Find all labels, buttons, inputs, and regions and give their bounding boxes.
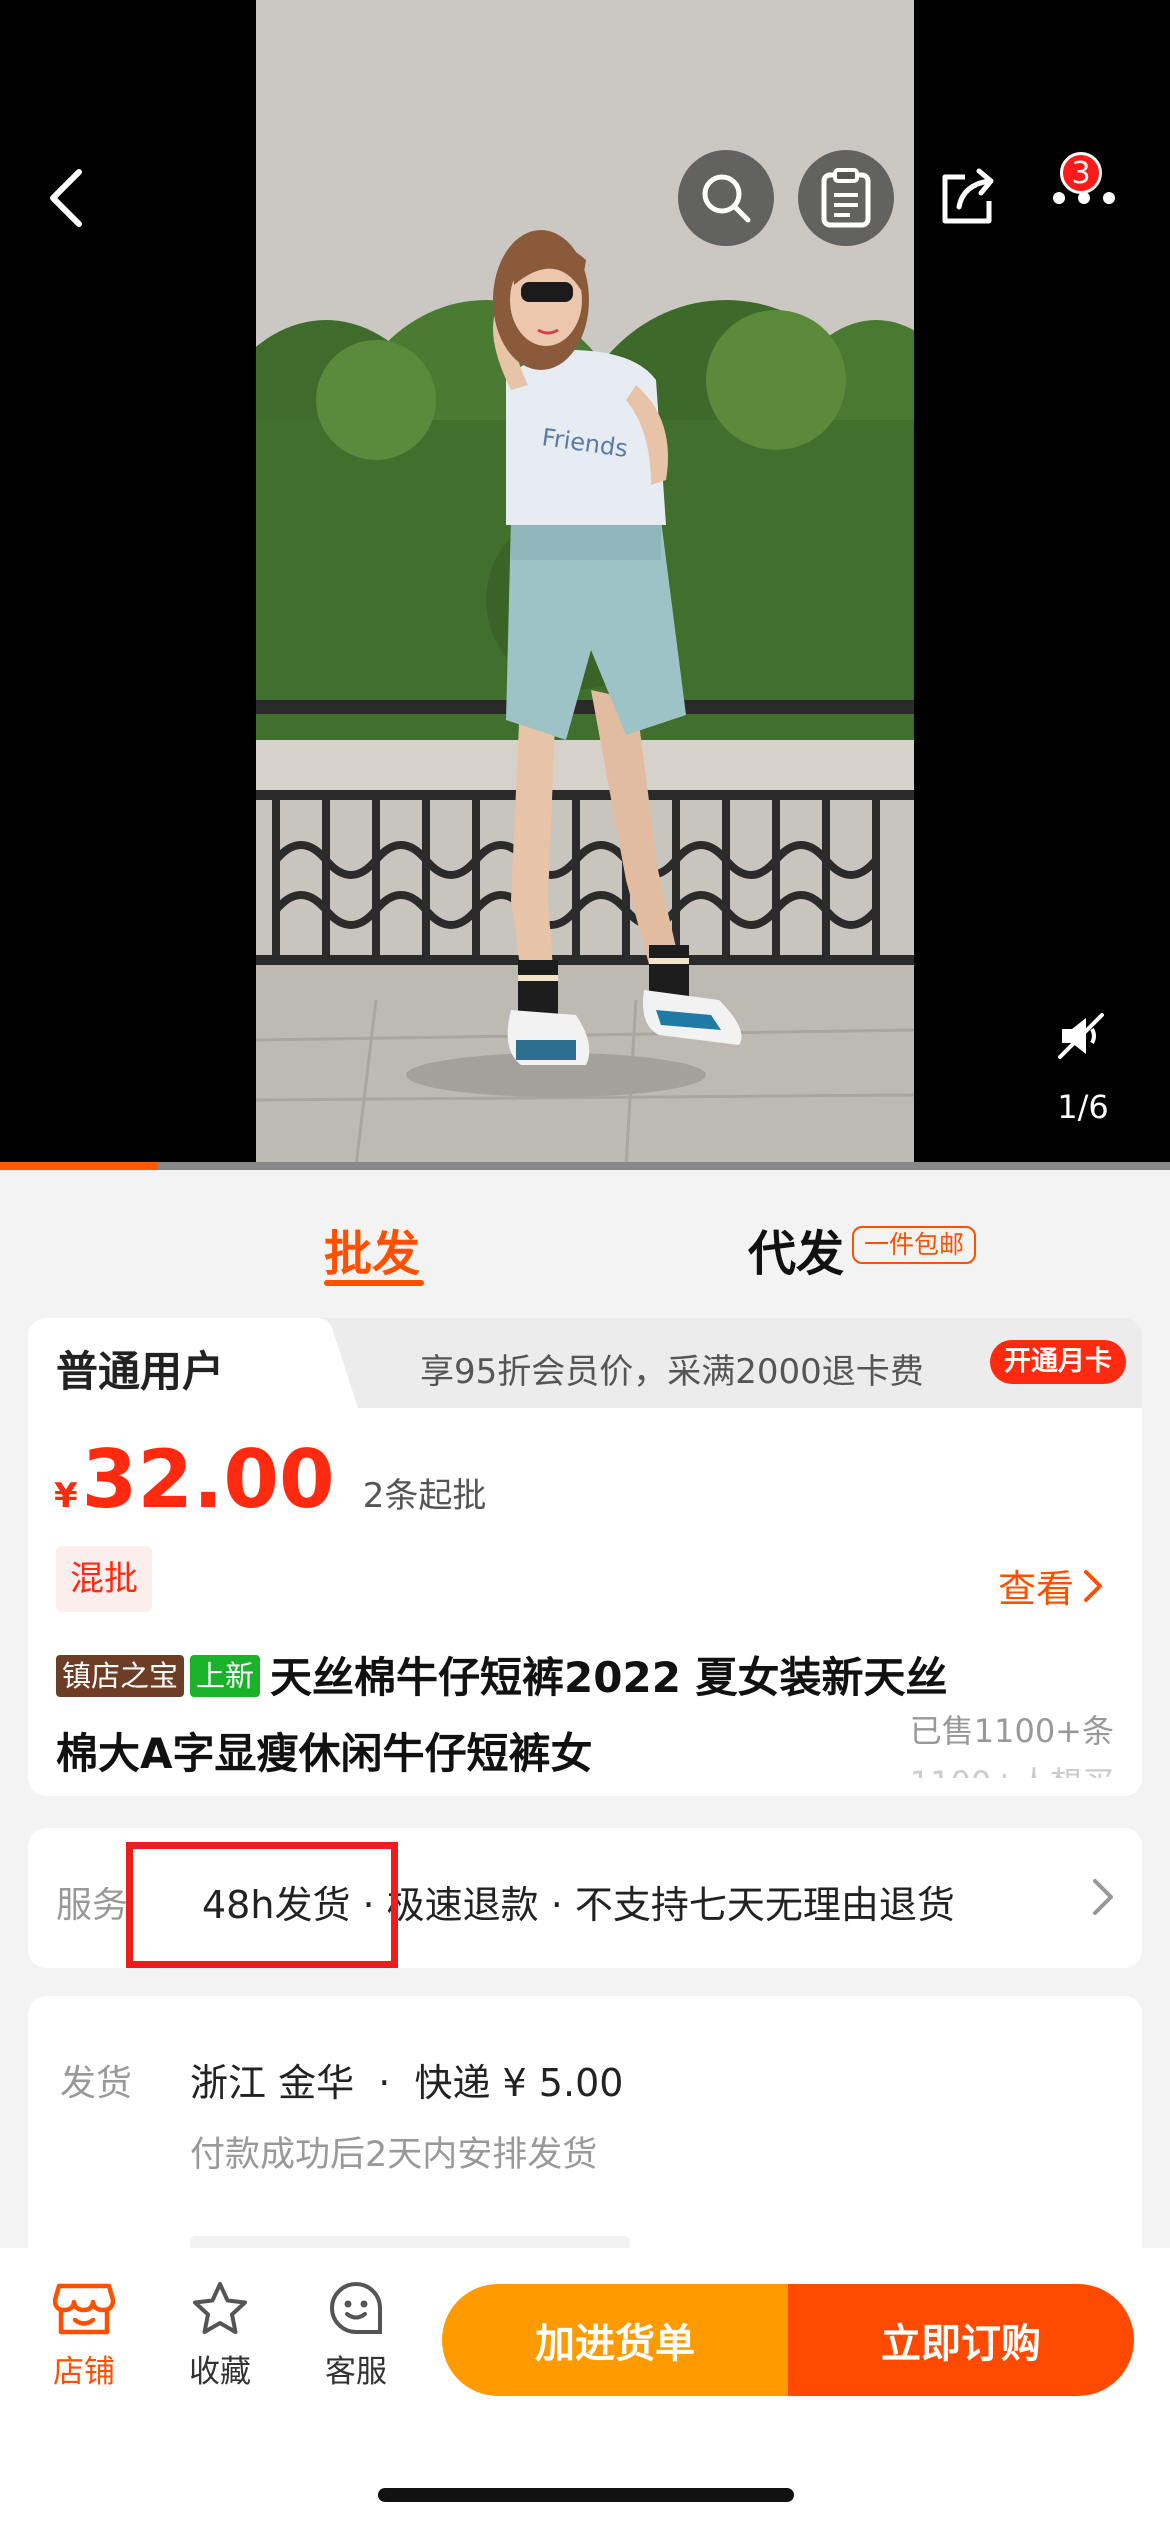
shop-button[interactable]: 店铺 bbox=[34, 2280, 134, 2391]
sold-count: 已售1100+条 bbox=[909, 1712, 1114, 1750]
customer-service-icon bbox=[330, 2281, 382, 2334]
member-offer-text: 享95折会员价，采满2000退卡费 bbox=[420, 1352, 924, 1392]
open-monthly-card-button[interactable]: 开通月卡 bbox=[990, 1340, 1126, 1384]
view-link[interactable]: 查看 bbox=[998, 1558, 1104, 1613]
customer-service-button[interactable]: 客服 bbox=[306, 2280, 406, 2391]
mixed-batch-tag: 混批 bbox=[56, 1546, 152, 1612]
back-icon bbox=[50, 169, 82, 227]
favorite-button[interactable]: 收藏 bbox=[170, 2280, 270, 2391]
free-shipping-tag: 一件包邮 bbox=[852, 1226, 977, 1264]
chevron-right-icon bbox=[1093, 1879, 1113, 1915]
chevron-right-icon bbox=[1084, 1569, 1103, 1602]
service-label: 服务 bbox=[56, 1885, 129, 1926]
purchase-mode-tabs: 批发 代发 一件包邮 bbox=[0, 1170, 1170, 1310]
currency-symbol: ¥ bbox=[54, 1476, 78, 1516]
highlight-box bbox=[126, 1842, 398, 1968]
favorite-label: 收藏 bbox=[189, 2354, 251, 2390]
shop-icon bbox=[53, 2283, 115, 2335]
shipping-label: 发货 bbox=[60, 2063, 133, 2104]
back-button[interactable] bbox=[30, 160, 100, 236]
search-button[interactable] bbox=[678, 150, 774, 246]
mute-icon bbox=[1058, 1013, 1104, 1059]
shipping-note: 付款成功后2天内安排发货 bbox=[190, 2135, 598, 2175]
user-level-label: 普通用户 bbox=[56, 1347, 225, 1396]
tab-wholesale[interactable]: 批发 bbox=[324, 1214, 420, 1284]
video-progress-bar[interactable] bbox=[0, 1162, 1170, 1170]
wish-count: 1100+人想买 bbox=[910, 1758, 1114, 1778]
shop-label: 店铺 bbox=[53, 2354, 115, 2390]
minimum-order-quantity: 2条起批 bbox=[362, 1476, 487, 1516]
mute-button[interactable] bbox=[1050, 1005, 1112, 1067]
shipping-origin: 浙江 金华 · 快递 ¥ 5.00 bbox=[190, 2061, 624, 2105]
search-icon bbox=[702, 174, 751, 223]
price-card: 普通用户 享95折会员价，采满2000退卡费 开通月卡 ¥ 32.00 2条起批… bbox=[28, 1318, 1142, 1796]
tab-dropship[interactable]: 代发 bbox=[748, 1214, 844, 1284]
store-treasure-tag: 镇店之宝 bbox=[56, 1655, 185, 1697]
product-title-text-1: 天丝棉牛仔短裤2022 夏女装新天丝 bbox=[270, 1653, 948, 1702]
product-title-line-1: 镇店之宝 上新 天丝棉牛仔短裤2022 夏女装新天丝 bbox=[56, 1640, 1116, 1716]
add-to-cart-button[interactable]: 加进货单 bbox=[442, 2284, 788, 2396]
share-button[interactable] bbox=[920, 150, 1016, 246]
page-indicator: 1/6 bbox=[1057, 1088, 1109, 1126]
new-arrival-tag: 上新 bbox=[190, 1655, 261, 1697]
view-link-label: 查看 bbox=[998, 1567, 1075, 1611]
clipboard-button[interactable] bbox=[798, 150, 894, 246]
customer-service-label: 客服 bbox=[325, 2354, 387, 2390]
product-media-viewer[interactable]: Friends 3 1/6 bbox=[0, 0, 1170, 1170]
star-icon bbox=[193, 2282, 247, 2334]
buy-now-button[interactable]: 立即订购 bbox=[788, 2284, 1134, 2396]
notification-badge: 3 bbox=[1060, 152, 1102, 194]
active-tab-underline bbox=[324, 1280, 424, 1286]
home-indicator bbox=[378, 2488, 794, 2502]
member-bar[interactable]: 普通用户 享95折会员价，采满2000退卡费 开通月卡 bbox=[28, 1318, 1142, 1408]
price-row: ¥ 32.00 2条起批 bbox=[54, 1430, 486, 1530]
share-icon bbox=[942, 168, 994, 224]
user-level-tab: 普通用户 bbox=[28, 1318, 358, 1408]
price-value: 32.00 bbox=[81, 1433, 335, 1526]
video-progress-fill bbox=[0, 1162, 158, 1170]
clipboard-icon bbox=[821, 168, 871, 228]
